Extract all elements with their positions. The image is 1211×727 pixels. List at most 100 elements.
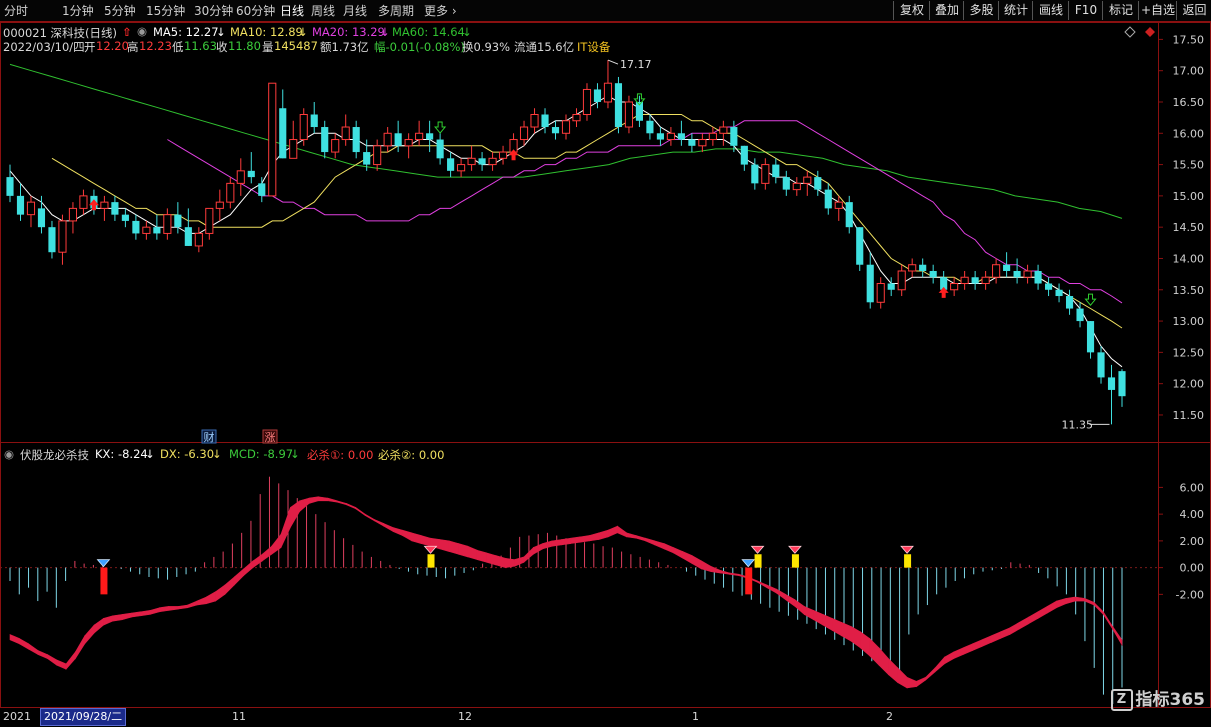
- indicator-tick-label: 2.00: [1180, 535, 1205, 548]
- candle-body-up: [299, 114, 308, 141]
- month-label-12: 12: [458, 710, 472, 723]
- candle-body-down: [153, 227, 161, 234]
- kx-dx-band: [981, 635, 992, 647]
- chevron-right-icon: ›: [448, 4, 457, 18]
- bisha-yellow-signal: [791, 554, 799, 568]
- indicator-tick-label: -2.00: [1176, 588, 1204, 601]
- price-tick-label: 12.50: [1173, 346, 1205, 359]
- period-tab-weekly[interactable]: 周线: [311, 3, 335, 19]
- candle-body-up: [404, 139, 413, 147]
- indicator-name[interactable]: 伏股龙必杀技: [20, 447, 89, 463]
- tongji-button[interactable]: 统计: [998, 1, 1033, 20]
- kline-chart[interactable]: 11.50 12.00 12.50 13.00 13.50 14.00 14.50 15.00…: [0, 22, 1211, 708]
- candle-body-up: [58, 220, 67, 253]
- limit-up-event-marker: 涨: [262, 429, 278, 444]
- bisha-yellow-signal: [904, 554, 912, 568]
- candle-body-down: [247, 170, 255, 178]
- huaxian-button[interactable]: 画线: [1032, 1, 1069, 20]
- period-tab-multi[interactable]: 多周期: [378, 3, 414, 19]
- diamond-filled-icon: [1145, 27, 1155, 37]
- kx-dx-band: [832, 617, 842, 637]
- period-tab-5min[interactable]: 5分钟: [104, 3, 136, 19]
- duogu-button[interactable]: 多股: [963, 1, 999, 20]
- kx-dx-band: [84, 624, 95, 645]
- ma20-line: [167, 120, 1123, 304]
- kx-dx-band: [551, 539, 562, 547]
- diamond-icon: [741, 559, 756, 568]
- candle-body-down: [541, 114, 549, 128]
- candle-body-up: [561, 120, 571, 134]
- kx-dx-band: [1056, 597, 1067, 609]
- f10-button[interactable]: F10: [1068, 1, 1103, 20]
- period-tab-fenshi[interactable]: 分时: [4, 3, 28, 19]
- price-tick-label: 12.00: [1173, 378, 1205, 391]
- candle-body-up: [215, 201, 224, 209]
- candle-body-down: [551, 127, 560, 134]
- candle-body-down: [1065, 296, 1074, 309]
- kx-dx-band: [374, 519, 385, 527]
- candle-body-up: [519, 126, 529, 141]
- candle-body-up: [488, 157, 497, 166]
- candle-body-down: [1044, 283, 1053, 290]
- kx-dx-band: [420, 535, 431, 547]
- period-tab-15min[interactable]: 15分钟: [146, 3, 185, 19]
- kx-dx-band: [476, 549, 487, 563]
- kx-dx-band: [47, 654, 58, 666]
- candle-body-up: [708, 132, 717, 141]
- high-pointer: [607, 59, 619, 65]
- date-start-fragment: 2021: [3, 710, 31, 723]
- kx-dx-band: [112, 614, 123, 622]
- diamond-icon: [788, 545, 802, 554]
- biaoji-button[interactable]: 标记: [1102, 1, 1139, 20]
- kx-dx-band: [766, 584, 777, 594]
- price-tick-label: 13.00: [1173, 315, 1205, 328]
- candle-body-up: [236, 170, 245, 184]
- candle-body-down: [394, 133, 402, 146]
- period-tab-30min[interactable]: 30分钟: [194, 3, 233, 19]
- indicator-menu-icon[interactable]: ◉: [4, 447, 14, 461]
- price-tick-label: 17.50: [1173, 33, 1205, 46]
- fuquan-button[interactable]: 复权: [893, 1, 930, 20]
- kx-dx-band: [121, 612, 132, 621]
- candle-body-up: [268, 82, 277, 197]
- kx-dx-band: [1093, 601, 1104, 616]
- kx-dx-band: [906, 676, 917, 689]
- bisha-yellow-signal: [427, 554, 435, 568]
- candle-body-down: [971, 277, 979, 284]
- kx-dx-band: [794, 599, 805, 616]
- candle-body-down: [887, 283, 895, 290]
- kx-dx-band: [822, 613, 833, 631]
- kx-dx-band: [691, 555, 702, 570]
- candle-body-down: [310, 114, 318, 128]
- diejia-button[interactable]: 叠加: [929, 1, 964, 20]
- kx-dx-band: [775, 588, 786, 601]
- kx-dx-band: [486, 552, 497, 566]
- candle-body-down: [740, 145, 748, 165]
- candle-body-up: [666, 132, 675, 141]
- candle-body-down: [782, 177, 790, 190]
- sell-arrow-icon: [434, 121, 447, 134]
- period-tab-60min[interactable]: 60分钟: [236, 3, 275, 19]
- price-tick-label: 15.00: [1173, 190, 1205, 203]
- arrow-down-icon: ↓: [290, 447, 300, 461]
- candle-body-down: [1107, 377, 1116, 390]
- period-tab-monthly[interactable]: 月线: [343, 3, 367, 19]
- kx-dx-band: [1009, 621, 1020, 635]
- period-tab-daily[interactable]: 日线: [280, 3, 304, 19]
- candle-body-up: [603, 82, 613, 103]
- candle-body-down: [132, 220, 140, 234]
- back-button[interactable]: 返回: [1176, 1, 1211, 20]
- kx-dx-band: [262, 545, 272, 562]
- chart-frame: [0, 22, 1211, 708]
- more-label: 更多: [424, 4, 449, 18]
- candle-body-up: [530, 114, 539, 128]
- kx-dx-band: [570, 536, 581, 544]
- kx-dx-band: [1046, 600, 1057, 614]
- kx-dx-band: [196, 596, 207, 606]
- kx-dx-band: [224, 576, 235, 596]
- add-watchlist-button[interactable]: +自选: [1138, 1, 1177, 20]
- period-tab-more[interactable]: 更多 ›: [424, 3, 457, 19]
- kx-dx-band: [327, 497, 338, 503]
- candle-body-down: [1118, 371, 1126, 397]
- period-tab-1min[interactable]: 1分钟: [62, 3, 94, 19]
